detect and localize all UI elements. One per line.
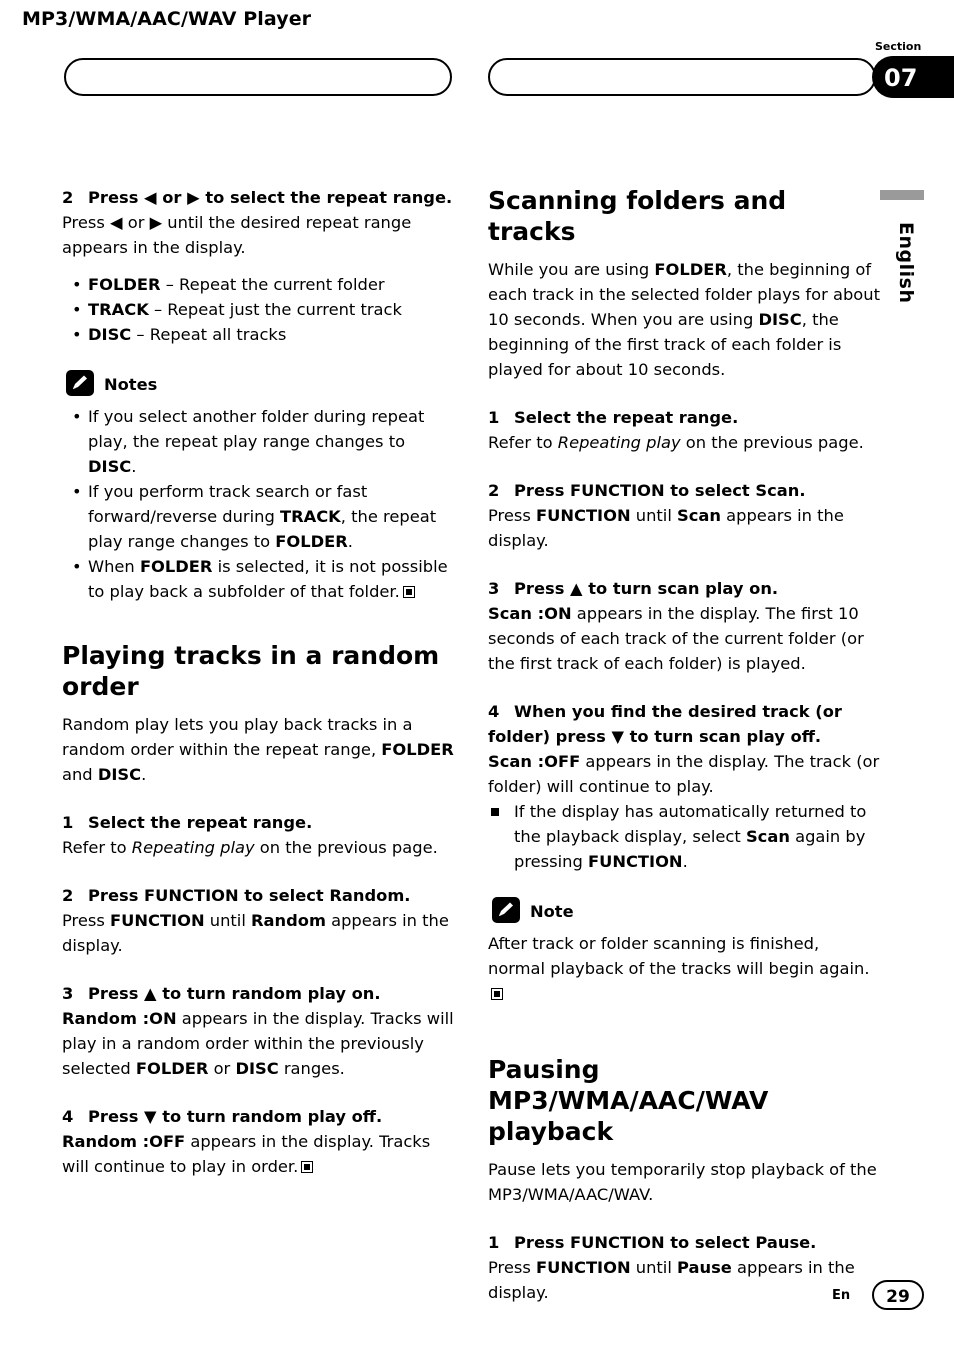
scan-step-1-heading: 1 Select the repeat range. [488, 405, 880, 430]
random-step-3-body: Random :ON appears in the display. Track… [62, 1009, 454, 1078]
right-column: Scanning folders and tracks While you ar… [488, 185, 880, 1305]
section-number: 07 [884, 64, 918, 92]
footer-language-code: En [832, 1288, 851, 1303]
pause-step-1-heading: 1 Press FUNCTION to select Pause. [488, 1230, 880, 1255]
step-number: 2 [488, 481, 500, 500]
end-mark-icon [491, 988, 503, 1000]
list-item: If you perform track search or fast forw… [62, 479, 454, 554]
step-title: Press FUNCTION to select Random. [88, 886, 411, 905]
step-title: Select the repeat range. [88, 813, 313, 832]
scan-step-3-heading: 3 Press ▲ to turn scan play on. [488, 576, 880, 601]
repeat-range-list: FOLDER – Repeat the current folder TRACK… [62, 272, 454, 347]
scanning-intro: While you are using FOLDER, the beginnin… [488, 260, 880, 379]
pausing-intro: Pause lets you temporarily stop playback… [488, 1160, 877, 1204]
random-play-heading: Playing tracks in a random order [62, 641, 440, 701]
step-number: 1 [488, 408, 500, 427]
page-title: MP3/WMA/AAC/WAV Player [22, 8, 312, 30]
step-title: Press ▲ to turn scan play on. [514, 579, 779, 598]
step-title: Press ◀ or ▶ to select the repeat range. [88, 188, 453, 207]
scan-step-3-body: Scan :ON appears in the display. The fir… [488, 604, 864, 673]
scanning-heading: Scanning folders and tracks [488, 186, 787, 246]
page-number: 29 [886, 1287, 910, 1307]
step-number: 1 [62, 813, 74, 832]
random-step-1-body: Refer to Repeating play on the previous … [62, 838, 438, 857]
random-play-intro: Random play lets you play back tracks in… [62, 715, 454, 784]
step-title: Press FUNCTION to select Scan. [514, 481, 806, 500]
scan-step-2-heading: 2 Press FUNCTION to select Scan. [488, 478, 880, 503]
left-column: 2 Press ◀ or ▶ to select the repeat range… [62, 185, 454, 1179]
list-item: If the display has automatically returne… [488, 799, 880, 874]
note-header: Note [488, 897, 880, 927]
list-item: FOLDER – Repeat the current folder [62, 272, 454, 297]
step-2-body: Press ◀ or ▶ until the desired repeat ra… [62, 213, 412, 257]
step-2-heading: 2 Press ◀ or ▶ to select the repeat range… [62, 185, 454, 210]
step-number: 4 [62, 1107, 74, 1126]
step-number: 3 [62, 984, 74, 1003]
step-title: Press ▼ to turn random play off. [88, 1107, 383, 1126]
note-label: Note [530, 902, 574, 921]
random-step-4-body: Random :OFF appears in the display. Trac… [62, 1132, 431, 1176]
header-blank-box [488, 58, 876, 96]
pencil-icon [66, 370, 94, 396]
list-item: DISC – Repeat all tracks [62, 322, 454, 347]
notes-list: If you select another folder during repe… [62, 404, 454, 604]
step-title: Press ▲ to turn random play on. [88, 984, 381, 1003]
list-item: When FOLDER is selected, it is not possi… [62, 554, 454, 604]
pencil-icon [492, 897, 520, 923]
step-number: 2 [62, 886, 74, 905]
random-step-3-heading: 3 Press ▲ to turn random play on. [62, 981, 454, 1006]
scan-step-2-body: Press FUNCTION until Scan appears in the… [488, 506, 844, 550]
list-item: If you select another folder during repe… [62, 404, 454, 479]
language-label: English [895, 222, 917, 304]
notes-header: Notes [62, 370, 454, 400]
pause-step-1-body: Press FUNCTION until Pause appears in th… [488, 1258, 855, 1302]
right-arrow-icon: ▶ [149, 213, 163, 232]
scan-note-list: If the display has automatically returne… [488, 799, 880, 874]
scan-step-4-body: Scan :OFF appears in the display. The tr… [488, 752, 880, 796]
random-step-2-body: Press FUNCTION until Random appears in t… [62, 911, 449, 955]
notes-label: Notes [104, 375, 158, 394]
end-mark-icon [402, 586, 415, 598]
list-item: TRACK – Repeat just the current track [62, 297, 454, 322]
left-arrow-icon: ◀ [110, 213, 123, 232]
step-title: Select the repeat range. [514, 408, 739, 427]
note-body: After track or folder scanning is finish… [488, 931, 880, 1006]
random-step-2-heading: 2 Press FUNCTION to select Random. [62, 883, 454, 908]
pausing-heading: Pausing MP3/WMA/AAC/WAV playback [488, 1055, 769, 1146]
page-number-badge: 29 [872, 1280, 924, 1310]
scan-step-4-heading: 4 When you find the desired track (or fol… [488, 699, 880, 749]
step-title: When you find the desired track (or fold… [488, 702, 842, 746]
section-label: Section [875, 40, 922, 53]
random-step-1-heading: 1 Select the repeat range. [62, 810, 454, 835]
step-number: 4 [488, 702, 500, 721]
header-title-box [64, 58, 452, 96]
scan-step-1-body: Refer to Repeating play on the previous … [488, 433, 864, 452]
random-step-4-heading: 4 Press ▼ to turn random play off. [62, 1104, 454, 1129]
step-number: 3 [488, 579, 500, 598]
step-title: Press FUNCTION to select Pause. [514, 1233, 817, 1252]
step-number: 1 [488, 1233, 500, 1252]
end-mark-icon [301, 1161, 314, 1173]
language-bar [880, 190, 924, 200]
step-number: 2 [62, 188, 74, 207]
manual-page: MP3/WMA/AAC/WAV Player Section 07 Englis… [0, 0, 954, 1352]
